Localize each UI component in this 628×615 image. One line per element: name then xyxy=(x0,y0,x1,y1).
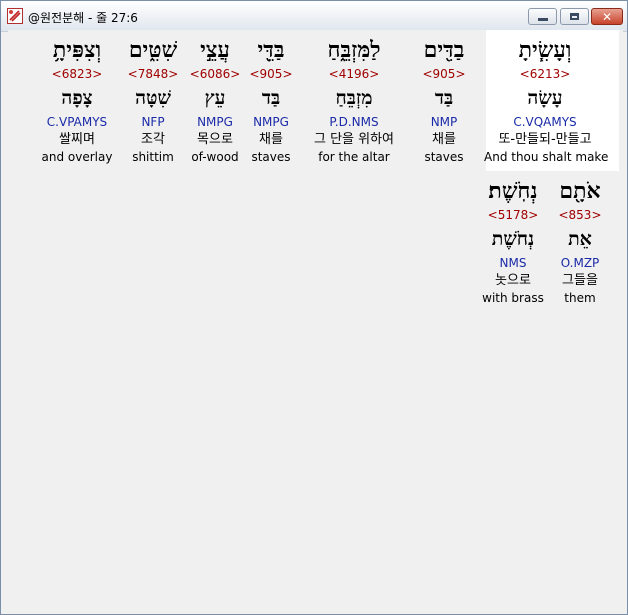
morphology-code: NMP xyxy=(430,115,458,129)
morphology-code: NMPG xyxy=(197,115,233,129)
word-block[interactable]: בַּדֵּ֖י <905> בַּד NMPG 채를 staves xyxy=(244,35,298,165)
morphology-code: NMPG xyxy=(253,115,289,129)
korean-gloss: 그 단을 위하여 xyxy=(313,132,395,147)
interlinear-view[interactable]: וְעָשִׂ֧יתָ <6213> עָשָׂה C.VQAMYS 또-만들되… xyxy=(8,30,623,608)
hebrew-word: שִׁטִּ֑ים xyxy=(128,37,178,63)
morphology-code: NMS xyxy=(499,256,527,270)
word-block[interactable]: אֹתָ֖ם <853> אֵת O.MZP 그들을 them xyxy=(551,176,609,306)
strong-number[interactable]: <6823> xyxy=(36,65,118,83)
minimize-button[interactable] xyxy=(528,8,557,25)
word-block[interactable]: עֲצֵ֣י <6086> עֵץ NMPG 목으로 of-wood xyxy=(184,35,246,165)
hebrew-word: נְחֹֽשֶׁת׃ xyxy=(488,178,538,204)
word-block[interactable]: וְצִפִּיתָ֥ <6823> צָפָה C.VPAMYS 쌀찌며 an… xyxy=(36,35,118,165)
english-gloss: staves xyxy=(251,150,291,164)
app-logo-icon xyxy=(7,8,23,24)
hebrew-root: צָפָה xyxy=(61,87,93,109)
hebrew-root: עֵץ xyxy=(204,87,226,109)
english-gloss: for the altar xyxy=(318,150,390,164)
hebrew-root: בַּד xyxy=(434,87,454,109)
morphology-code: P.D.NMS xyxy=(329,115,379,129)
korean-gloss: 조각 xyxy=(141,132,165,147)
english-gloss: and overlay xyxy=(41,150,113,164)
strong-number[interactable]: <6086> xyxy=(184,65,246,83)
strong-number[interactable]: <905> xyxy=(412,65,476,83)
english-gloss: staves xyxy=(424,150,464,164)
english-gloss: shittim xyxy=(132,150,174,164)
english-gloss: of-wood xyxy=(191,150,239,164)
morphology-code: C.VPAMYS xyxy=(46,115,108,129)
hebrew-word: בַדִּ֖ים xyxy=(423,37,465,63)
hebrew-root: אֵת xyxy=(568,228,592,250)
english-gloss: And thou shalt make xyxy=(484,150,609,164)
word-block[interactable]: וְעָשִׂ֧יתָ <6213> עָשָׂה C.VQAMYS 또-만들되… xyxy=(484,35,609,165)
word-block[interactable]: בַדִּ֖ים <905> בַּד NMP 채를 staves xyxy=(412,35,476,165)
korean-gloss: 쌀찌며 xyxy=(59,132,95,147)
strong-number[interactable]: <853> xyxy=(551,206,609,224)
korean-gloss: 또-만들되-만들고 xyxy=(498,132,592,147)
morphology-code: C.VQAMYS xyxy=(513,115,577,129)
word-block[interactable]: שִׁטִּ֑ים <7848> שִׁטָּה NFP 조각 shittim xyxy=(122,35,184,165)
strong-number[interactable]: <4196> xyxy=(300,65,408,83)
maximize-button[interactable] xyxy=(560,8,589,25)
hebrew-root: מִזְבֵּחַ xyxy=(335,87,373,109)
strong-number[interactable]: <905> xyxy=(244,65,298,83)
close-icon: ✕ xyxy=(602,10,613,24)
minimize-icon xyxy=(538,18,548,21)
korean-gloss: 채를 xyxy=(259,132,283,147)
hebrew-root: שִׁטָּה xyxy=(135,87,171,109)
hebrew-word: אֹתָ֖ם xyxy=(559,178,601,204)
strong-number[interactable]: <6213> xyxy=(484,65,606,83)
window-title: @원전분해 - 줄 27:6 xyxy=(28,11,138,25)
hebrew-word: לַמִּזְבֵּ֑חַ xyxy=(327,37,381,63)
word-block[interactable]: לַמִּזְבֵּ֑חַ <4196> מִזְבֵּחַ P.D.NMS 그… xyxy=(300,35,408,165)
app-window: @원전분해 - 줄 27:6 ✕ וְעָשִׂ֧יתָ <6213> עָשָ… xyxy=(0,0,628,615)
strong-number[interactable]: <7848> xyxy=(122,65,184,83)
hebrew-root: עָשָׂה xyxy=(527,87,563,109)
hebrew-word: וְצִפִּיתָ֥ xyxy=(52,37,102,63)
maximize-icon xyxy=(570,13,579,20)
korean-gloss: 놋으로 xyxy=(495,273,531,288)
strong-number[interactable]: <5178> xyxy=(476,206,550,224)
word-block[interactable]: נְחֹֽשֶׁת׃ <5178> נְחֹשֶׁת NMS 놋으로 with … xyxy=(476,176,550,306)
hebrew-word: עֲצֵ֣י xyxy=(200,37,230,63)
morphology-code: NFP xyxy=(141,115,165,129)
english-gloss: with brass xyxy=(482,291,544,305)
korean-gloss: 목으로 xyxy=(197,132,233,147)
hebrew-root: בַּד xyxy=(261,87,281,109)
close-button[interactable]: ✕ xyxy=(591,8,623,25)
morphology-code: O.MZP xyxy=(560,256,600,270)
title-bar[interactable]: @원전분해 - 줄 27:6 ✕ xyxy=(1,1,627,32)
hebrew-word: וְעָשִׂ֧יתָ xyxy=(518,37,572,63)
korean-gloss: 그들을 xyxy=(562,273,598,288)
korean-gloss: 채를 xyxy=(432,132,456,147)
hebrew-root: נְחֹשֶׁת xyxy=(491,228,535,250)
english-gloss: them xyxy=(564,291,596,305)
hebrew-word: בַּדֵּ֖י xyxy=(257,37,285,63)
